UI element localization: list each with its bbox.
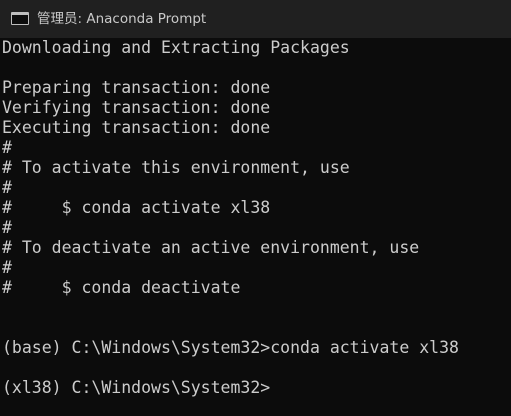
terminal-line: # To activate this environment, use — [2, 158, 350, 177]
terminal-line: # — [2, 138, 12, 157]
terminal-line: Downloading and Extracting Packages — [2, 38, 350, 57]
console-icon — [11, 12, 29, 25]
terminal-line: # To deactivate an active environment, u… — [2, 238, 420, 257]
terminal-output[interactable]: Downloading and Extracting Packages Prep… — [0, 38, 511, 416]
terminal-line: (base) C:\Windows\System32>conda activat… — [2, 338, 459, 357]
terminal-line: Preparing transaction: done — [2, 78, 271, 97]
terminal-line: # $ conda deactivate — [2, 278, 241, 297]
terminal-line: # $ conda activate xl38 — [2, 198, 271, 217]
terminal-window: 管理员: Anaconda Prompt Downloading and Ext… — [0, 0, 511, 416]
window-title: 管理员: Anaconda Prompt — [37, 11, 207, 27]
terminal-line: Verifying transaction: done — [2, 98, 271, 117]
terminal-line: # — [2, 218, 12, 237]
terminal-prompt-line[interactable]: (xl38) C:\Windows\System32> — [2, 378, 270, 398]
title-bar[interactable]: 管理员: Anaconda Prompt — [0, 0, 511, 38]
terminal-line: Executing transaction: done — [2, 118, 271, 137]
terminal-line: # — [2, 258, 12, 277]
terminal-line: # — [2, 178, 12, 197]
